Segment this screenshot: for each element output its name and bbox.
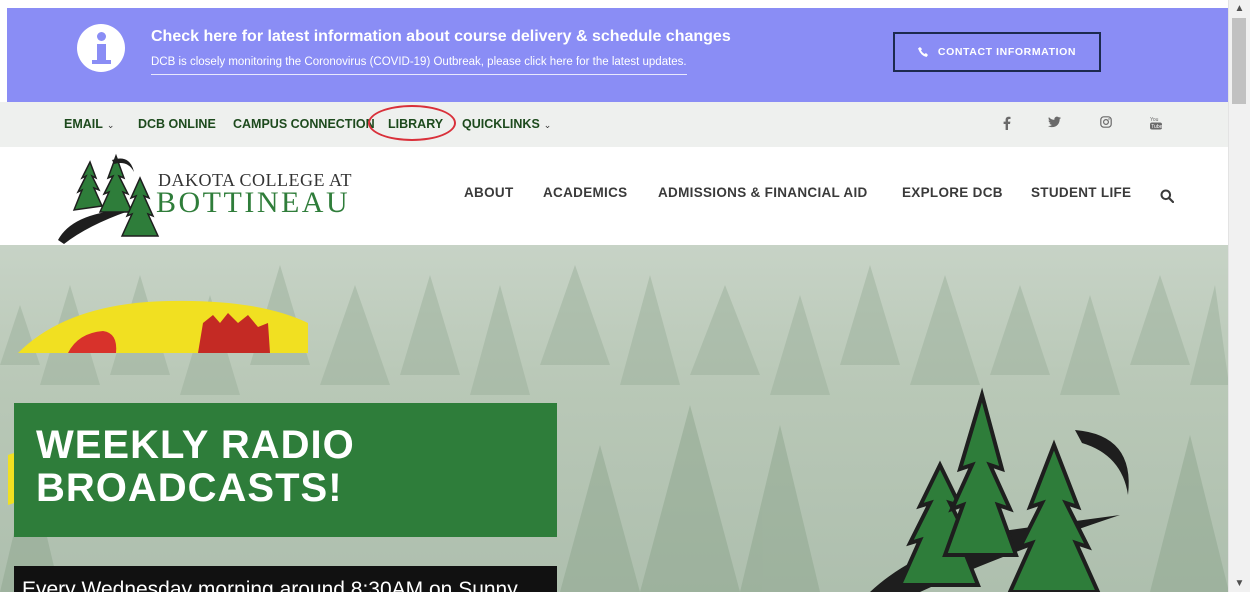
utility-nav: EMAIL ⌄ DCB ONLINE CAMPUS CONNECTION LIBR… [0, 102, 1229, 147]
announcement-banner[interactable]: Check here for latest information about … [7, 8, 1228, 102]
hero-caption: Every Wednesday morning around 8:30AM on… [14, 566, 557, 592]
chevron-down-icon: ⌄ [106, 120, 115, 130]
nav-explore-dcb[interactable]: EXPLORE DCB [902, 185, 1003, 200]
phone-icon [917, 47, 928, 57]
scrollbar-thumb[interactable] [1232, 18, 1246, 104]
utility-campus-connection[interactable]: CAMPUS CONNECTION [233, 102, 375, 147]
banner-title[interactable]: Check here for latest information about … [151, 28, 731, 46]
nav-about[interactable]: ABOUT [464, 185, 514, 200]
search-icon[interactable] [1160, 189, 1174, 203]
scroll-down-arrow-icon[interactable]: ▼ [1229, 575, 1250, 592]
twitter-icon[interactable] [1048, 116, 1061, 131]
logo-line-2: BOTTINEAU [156, 186, 351, 219]
utility-quicklinks[interactable]: QUICKLINKS ⌄ [462, 102, 551, 147]
utility-dcb-online[interactable]: DCB ONLINE [138, 102, 216, 147]
contact-information-button[interactable]: CONTACT INFORMATION [893, 32, 1101, 72]
hero-title-line-1: WEEKLY RADIO [36, 423, 355, 467]
hero-title-line-2: BROADCASTS! [36, 466, 343, 510]
library-highlight-circle [368, 105, 456, 141]
utility-email-label: EMAIL [64, 117, 103, 131]
chevron-down-icon: ⌄ [543, 120, 552, 130]
utility-email[interactable]: EMAIL ⌄ [64, 102, 114, 147]
contact-information-label: CONTACT INFORMATION [937, 46, 1077, 58]
nav-admissions-financial-aid[interactable]: ADMISSIONS & FINANCIAL AID [658, 185, 868, 200]
facebook-icon[interactable] [1003, 116, 1011, 133]
nav-student-life[interactable]: STUDENT LIFE [1031, 185, 1131, 200]
svg-text:You: You [1150, 117, 1159, 123]
banner-subtitle-link[interactable]: DCB is closely monitoring the Coronoviru… [151, 56, 687, 75]
hero-dcb-logo [870, 387, 1129, 592]
scroll-up-arrow-icon[interactable]: ▲ [1229, 0, 1250, 17]
hero-title[interactable]: WEEKLY RADIO BROADCASTS! [36, 424, 355, 510]
info-icon [77, 24, 125, 72]
youtube-icon[interactable]: You Tube [1150, 116, 1163, 133]
vertical-scrollbar[interactable]: ▲ ▼ [1228, 0, 1250, 592]
svg-text:Tube: Tube [1151, 124, 1162, 130]
instagram-icon[interactable] [1100, 116, 1112, 131]
nav-academics[interactable]: ACADEMICS [543, 185, 627, 200]
radio-artwork-image [18, 300, 308, 353]
utility-quicklinks-label: QUICKLINKS [462, 117, 540, 131]
